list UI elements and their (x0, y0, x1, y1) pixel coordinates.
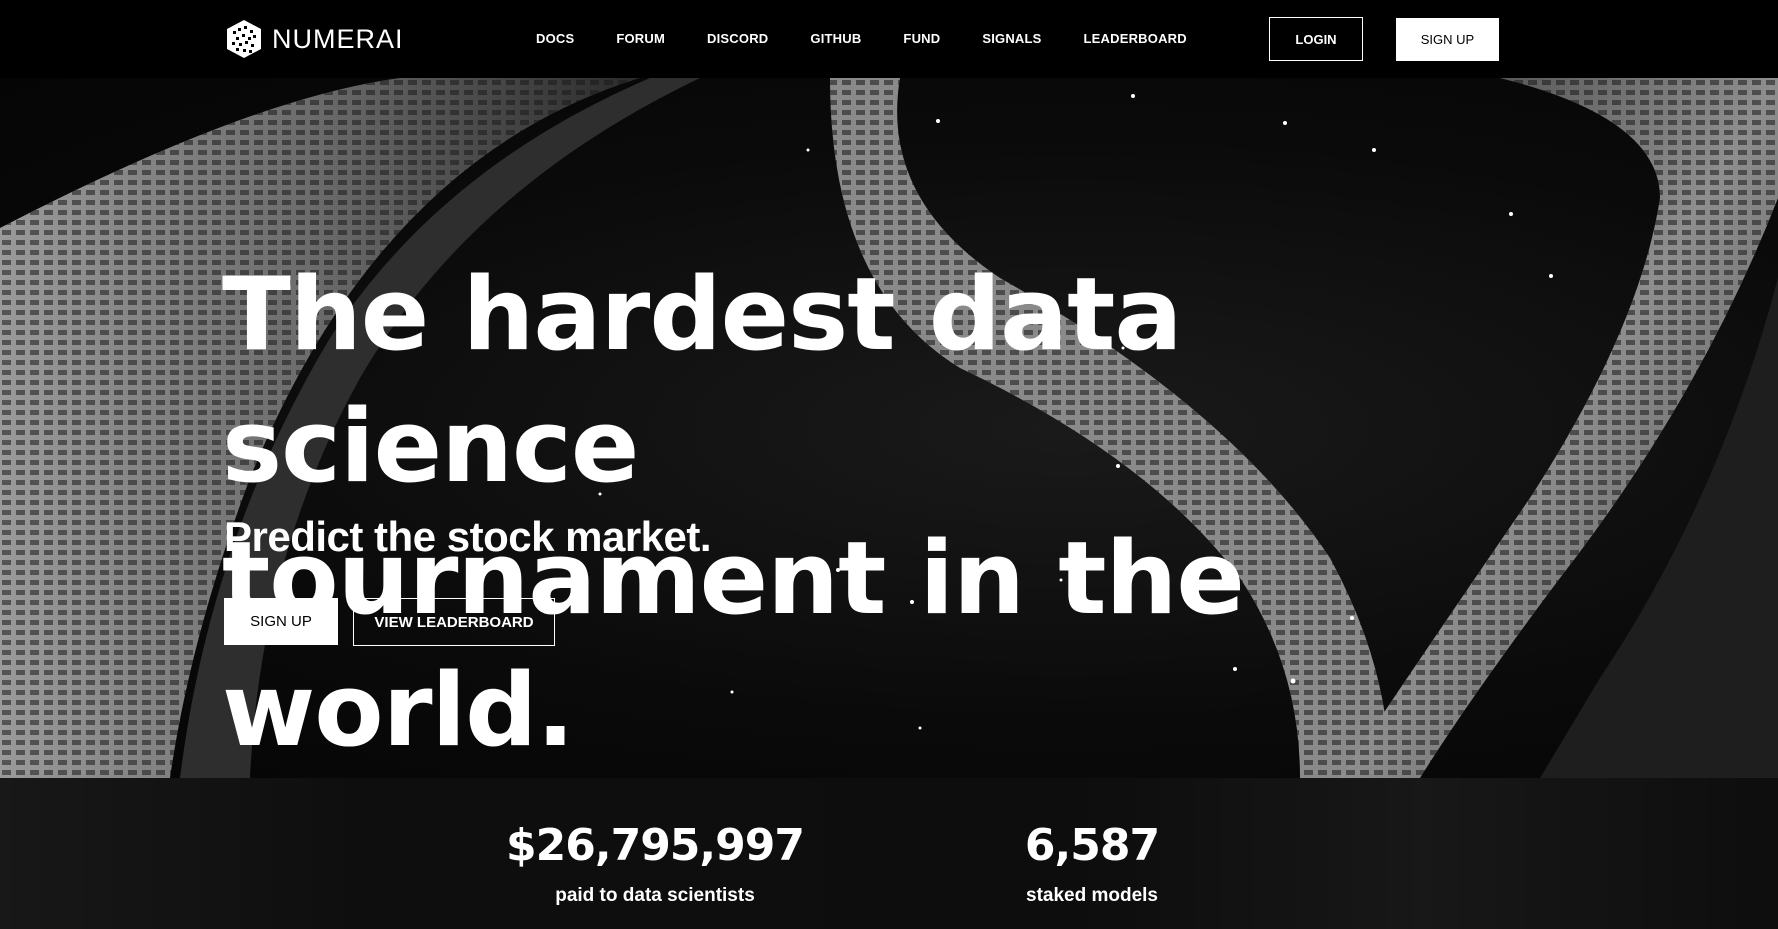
view-leaderboard-button[interactable]: VIEW LEADERBOARD (353, 598, 555, 646)
stat-value: $26,795,997 (506, 820, 805, 871)
signup-button-hero[interactable]: SIGN UP (224, 598, 338, 645)
nav-link-github[interactable]: GITHUB (810, 31, 861, 46)
stat-label: paid to data scientists (555, 885, 755, 906)
nav-link-fund[interactable]: FUND (903, 31, 940, 46)
stats-section: $26,795,997 paid to data scientists 6,58… (0, 778, 1778, 929)
nav-link-docs[interactable]: DOCS (536, 31, 574, 46)
stats-background (0, 778, 1778, 929)
nav-links: DOCS FORUM DISCORD GITHUB FUND SIGNALS L… (536, 31, 1229, 46)
top-navigation: NUMERAI DOCS FORUM DISCORD GITHUB FUND S… (0, 0, 1778, 78)
hero-headline-line-1: The hardest data science (222, 255, 1183, 505)
brand-name: NUMERAI (272, 23, 404, 54)
stat-label: staked models (1026, 885, 1158, 906)
login-button[interactable]: LOGIN (1269, 17, 1363, 61)
page: NUMERAI DOCS FORUM DISCORD GITHUB FUND S… (0, 0, 1778, 929)
brand-logo[interactable]: NUMERAI (224, 18, 404, 60)
hero-headline: The hardest data science tournament in t… (222, 248, 1622, 776)
signup-button-nav[interactable]: SIGN UP (1396, 18, 1499, 61)
cube-logo-icon (227, 20, 261, 58)
stat-paid: $26,795,997 paid to data scientists (500, 820, 810, 907)
hero-subheadline: Predict the stock market. (224, 513, 712, 560)
nav-link-signals[interactable]: SIGNALS (982, 31, 1041, 46)
nav-link-forum[interactable]: FORUM (616, 31, 665, 46)
stat-value: 6,587 (1024, 820, 1160, 871)
nav-link-leaderboard[interactable]: LEADERBOARD (1084, 31, 1187, 46)
hero-section: The hardest data science tournament in t… (0, 78, 1778, 778)
nav-link-discord[interactable]: DISCORD (707, 31, 768, 46)
stat-models: 6,587 staked models (960, 820, 1224, 907)
